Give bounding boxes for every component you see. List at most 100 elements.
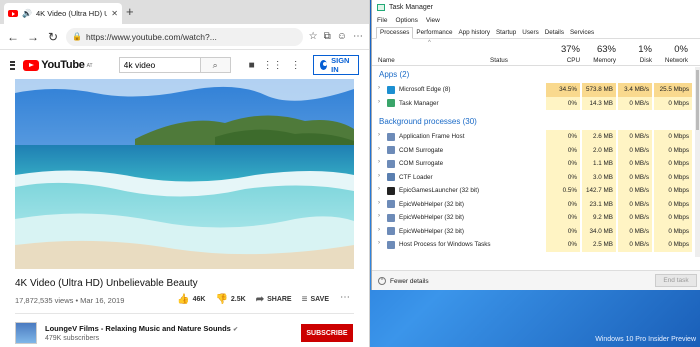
process-row[interactable]: › COM Surrogate 0% 2.0 MB 0 MB/s 0 Mbps [372, 143, 700, 157]
tab-bar: 🔊 4K Video (Ultra HD) Unbelie... ✕ + [0, 0, 369, 24]
process-row[interactable]: › Host Process for Windows Tasks 0% 2.5 MB 0… [372, 238, 700, 252]
menu-bar: File Options View [372, 14, 700, 26]
expand-chevron-icon[interactable]: › [378, 99, 380, 105]
process-name: COM Surrogate [399, 146, 444, 154]
create-video-icon[interactable]: ■ [249, 60, 255, 71]
edge-window: 🔊 4K Video (Ultra HD) Unbelie... ✕ + ← →… [0, 0, 370, 347]
cell-disk: 3.4 MB/s [618, 83, 652, 97]
expand-chevron-icon[interactable]: › [378, 186, 380, 192]
menu-file[interactable]: File [377, 17, 387, 24]
process-name: EpicWebHelper (32 bit) [399, 227, 464, 235]
menu-options[interactable]: Options [395, 17, 417, 24]
tab-close-icon[interactable]: ✕ [111, 9, 118, 18]
channel-name[interactable]: LoungeV Films - Relaxing Music and Natur… [45, 324, 238, 333]
new-tab-button[interactable]: + [126, 4, 134, 19]
tab-services[interactable]: Services [567, 29, 597, 38]
cell-memory: 9.2 MB [582, 211, 616, 225]
scrollbar[interactable] [695, 67, 700, 257]
cell-network: 25.5 Mbps [654, 83, 692, 97]
forward-arrow-icon[interactable]: → [26, 30, 40, 44]
process-icon [387, 240, 395, 249]
process-row[interactable]: › EpicWebHelper (32 bit) 0% 9.2 MB 0 MB/s 0 M… [372, 211, 700, 225]
collections-icon[interactable]: ⧉ [324, 31, 331, 42]
like-count: 46K [192, 296, 206, 303]
subscribe-button[interactable]: SUBSCRIBE [301, 324, 353, 342]
speaker-icon[interactable]: 🔊 [22, 9, 32, 18]
expand-chevron-icon[interactable]: › [378, 200, 380, 206]
profile-icon[interactable]: ☺ [337, 31, 347, 42]
process-row[interactable]: › EpicWebHelper (32 bit) 0% 23.1 MB 0 MB/s 0 … [372, 197, 700, 211]
expand-chevron-icon[interactable]: › [378, 159, 380, 165]
background-group-header[interactable]: Background processes (30) [372, 114, 700, 130]
cell-memory: 2.0 MB [582, 143, 616, 157]
process-row[interactable]: › Task Manager 0% 14.3 MB 0 MB/s 0 Mbps [372, 96, 700, 110]
thumbs-down-icon: 👎 [215, 294, 228, 305]
video-player[interactable] [15, 79, 354, 269]
window-title: Task Manager [389, 3, 433, 11]
expand-chevron-icon[interactable]: › [378, 173, 380, 179]
expand-chevron-icon[interactable]: › [378, 132, 380, 138]
end-task-button[interactable]: End task [655, 274, 697, 287]
expand-chevron-icon[interactable]: › [378, 85, 380, 91]
dislike-button[interactable]: 👎 2.5K [215, 294, 245, 305]
process-row[interactable]: › EpicGamesLauncher (32 bit) 0.5% 142.7 MB 0… [372, 184, 700, 198]
tab-users[interactable]: Users [519, 29, 541, 38]
tab-details[interactable]: Details [542, 29, 567, 38]
share-button[interactable]: ➦ SHARE [256, 294, 292, 305]
column-memory[interactable]: Memory [582, 57, 616, 64]
browser-tab[interactable]: 🔊 4K Video (Ultra HD) Unbelie... ✕ [4, 3, 122, 24]
process-row[interactable]: › EpicWebHelper (32 bit) 0% 34.0 MB 0 MB/s 0 … [372, 224, 700, 238]
hamburger-menu-icon[interactable] [10, 60, 16, 70]
sign-in-button[interactable]: SIGN IN [312, 55, 359, 75]
column-network[interactable]: Network [654, 57, 688, 64]
tab-performance[interactable]: Performance [413, 29, 455, 38]
video-frame [15, 79, 354, 269]
column-name[interactable]: Name [378, 57, 395, 64]
apps-group-header[interactable]: Apps (2) [372, 67, 700, 83]
favorites-star-icon[interactable]: ☆ [309, 31, 318, 42]
youtube-logo[interactable]: YouTube AT [23, 59, 93, 71]
save-button[interactable]: ≡ SAVE [302, 294, 329, 305]
expand-chevron-icon[interactable]: › [378, 227, 380, 233]
search-button[interactable]: ⌕ [200, 57, 231, 73]
fewer-details-button[interactable]: ^ Fewer details [378, 277, 429, 285]
tab-app-history[interactable]: App history [455, 29, 493, 38]
process-table-header: ^ Name Status 37% CPU 63% Memory 1% Disk… [372, 40, 700, 66]
expand-chevron-icon[interactable]: › [378, 213, 380, 219]
task-manager-titlebar[interactable]: Task Manager [372, 0, 700, 14]
process-name: EpicGamesLauncher (32 bit) [399, 187, 480, 194]
like-button[interactable]: 👍 46K [177, 294, 205, 305]
channel-avatar[interactable] [15, 322, 37, 344]
column-status[interactable]: Status [490, 57, 508, 64]
process-row[interactable]: › COM Surrogate 0% 1.1 MB 0 MB/s 0 Mbps [372, 157, 700, 171]
process-row[interactable]: › CTF Loader 0% 3.0 MB 0 MB/s 0 Mbps [372, 170, 700, 184]
process-icon [387, 173, 395, 181]
youtube-logo-icon [23, 59, 40, 71]
back-arrow-icon[interactable]: ← [6, 30, 20, 44]
sort-caret-icon: ^ [428, 40, 431, 46]
cell-cpu: 0% [546, 130, 580, 144]
tab-startup[interactable]: Startup [493, 29, 519, 38]
address-bar[interactable]: 🔒 https://www.youtube.com/watch?... [66, 27, 303, 46]
column-disk[interactable]: Disk [618, 57, 652, 64]
cell-memory: 142.7 MB [582, 184, 616, 198]
process-row[interactable]: › Application Frame Host 0% 2.6 MB 0 MB/s 0 M… [372, 130, 700, 144]
apps-grid-icon[interactable]: ⋮⋮ [263, 60, 283, 71]
refresh-icon[interactable]: ↻ [46, 30, 60, 44]
process-icon [387, 146, 395, 154]
more-menu-icon[interactable]: ⋯ [353, 31, 363, 42]
expand-chevron-icon[interactable]: › [378, 240, 380, 246]
cell-cpu: 0.5% [546, 184, 580, 198]
process-row[interactable]: › Microsoft Edge (8) 34.5% 573.8 MB 3.4 MB/s… [372, 83, 700, 97]
tab-processes[interactable]: Processes [376, 27, 414, 39]
video-views-date: 17,872,535 views • Mar 16, 2019 [15, 296, 125, 305]
more-actions-icon[interactable]: ⋯ [340, 292, 350, 303]
cell-cpu: 0% [546, 170, 580, 184]
column-cpu[interactable]: CPU [546, 57, 580, 64]
search-input[interactable] [118, 57, 201, 73]
process-name: Task Manager [399, 99, 439, 107]
expand-chevron-icon[interactable]: › [378, 146, 380, 152]
cell-network: 0 Mbps [654, 157, 692, 171]
more-vertical-icon[interactable]: ⋮ [291, 60, 301, 71]
menu-view[interactable]: View [426, 17, 440, 24]
